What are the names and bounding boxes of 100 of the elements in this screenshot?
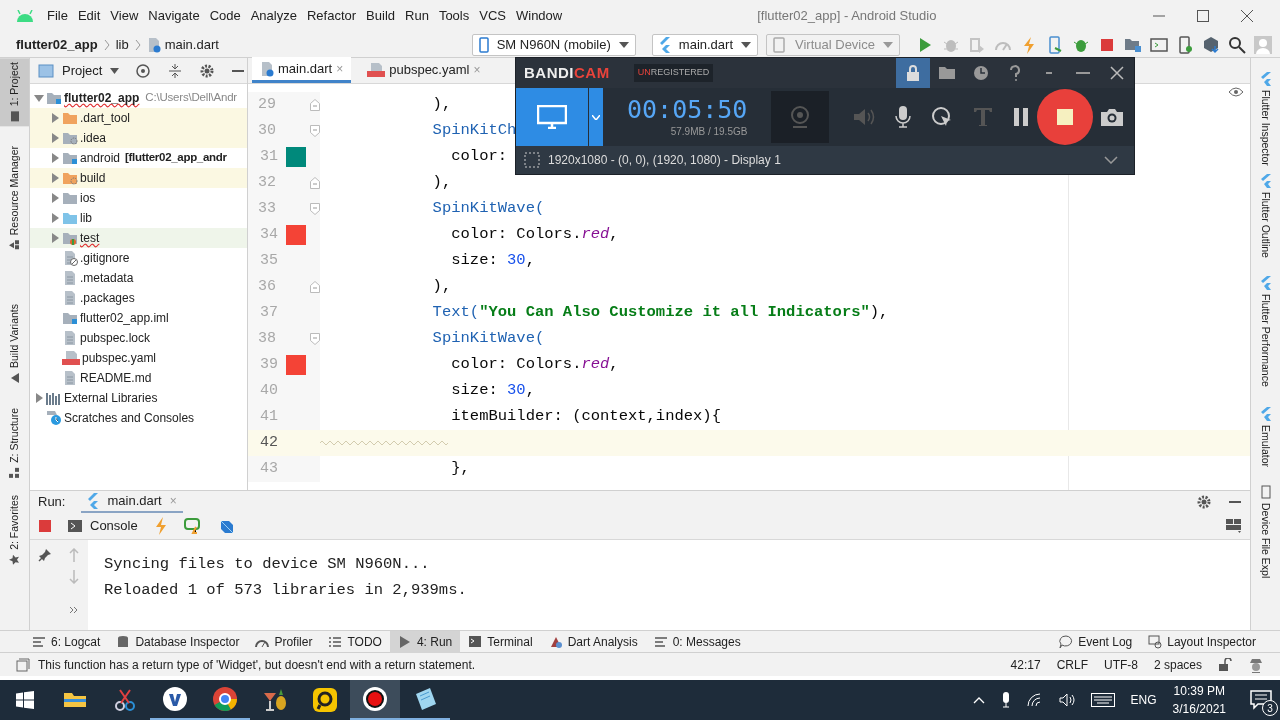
- expand-arrow-icon[interactable]: [50, 213, 60, 223]
- status-item[interactable]: 2 spaces: [1153, 655, 1202, 674]
- camera-icon[interactable]: [1100, 107, 1124, 127]
- tree-item[interactable]: flutter02_app.iml: [30, 308, 247, 328]
- tree-item[interactable]: lib: [30, 208, 247, 228]
- eye-icon[interactable]: [1228, 86, 1244, 98]
- tool-window-tab[interactable]: Resource Manager: [0, 142, 29, 256]
- webcam-button[interactable]: [771, 91, 830, 143]
- language-indicator[interactable]: ENG: [1130, 691, 1157, 709]
- tool-window-tab[interactable]: 2: Favorites: [0, 490, 29, 570]
- tree-item[interactable]: flutter02_app C:\Users\Dell\Andr: [30, 88, 247, 108]
- tool-window-button[interactable]: Database Inspector: [108, 630, 248, 653]
- menu-item[interactable]: Build: [361, 6, 400, 26]
- close-button[interactable]: [1240, 9, 1254, 23]
- tree-item[interactable]: android [flutter02_app_andr: [30, 148, 247, 168]
- menu-item[interactable]: VCS: [474, 6, 511, 26]
- notification-icon[interactable]: [1250, 690, 1272, 710]
- tree-item[interactable]: Scratches and Consoles: [30, 408, 247, 428]
- color-swatch[interactable]: [286, 355, 306, 375]
- menu-item[interactable]: Window: [510, 6, 568, 26]
- tool-window-tab[interactable]: Emulator: [1251, 402, 1280, 471]
- menu-item[interactable]: File: [42, 6, 73, 26]
- tree-item[interactable]: .gitignore: [30, 248, 247, 268]
- tree-item[interactable]: pubspec.yaml: [30, 348, 247, 368]
- tool-window-tab[interactable]: Z: Structure: [0, 403, 29, 483]
- tree-item[interactable]: .dart_tool: [30, 108, 247, 128]
- region-icon[interactable]: [524, 152, 540, 168]
- lock-icon[interactable]: [1218, 657, 1232, 672]
- tree-item[interactable]: .idea: [30, 128, 247, 148]
- package-icon[interactable]: [1202, 35, 1220, 54]
- maximize-button[interactable]: [1196, 9, 1210, 23]
- collapse-icon[interactable]: [167, 62, 184, 79]
- tree-item[interactable]: build: [30, 168, 247, 188]
- breadcrumb[interactable]: main.dart: [164, 34, 219, 55]
- taskbar-button[interactable]: [350, 680, 400, 720]
- more-icon[interactable]: [69, 606, 79, 614]
- tool-window-button[interactable]: Event Log: [1051, 630, 1141, 653]
- tool-window-tab[interactable]: Flutter Inspector: [1251, 68, 1280, 170]
- panel-toggle-icon[interactable]: [16, 657, 30, 672]
- clock-icon[interactable]: [973, 65, 989, 81]
- menu-item[interactable]: Tools: [433, 6, 475, 26]
- tool-window-button[interactable]: Terminal: [460, 630, 541, 653]
- expand-arrow-icon[interactable]: [50, 153, 60, 163]
- tool-window-button[interactable]: 0: Messages: [645, 630, 749, 653]
- breadcrumb[interactable]: lib: [115, 34, 129, 55]
- inspector-icon[interactable]: [1248, 656, 1264, 673]
- status-item[interactable]: CRLF: [1056, 655, 1088, 674]
- menu-item[interactable]: Code: [204, 6, 246, 26]
- tool-window-tab[interactable]: Device File Expl: [1251, 480, 1280, 582]
- tree-item[interactable]: .metadata: [30, 268, 247, 288]
- minimize-icon[interactable]: [1046, 71, 1052, 75]
- settings-icon[interactable]: [199, 62, 216, 79]
- chevron-down-icon[interactable]: [1104, 156, 1118, 164]
- minimize-button[interactable]: [1076, 71, 1090, 75]
- menu-item[interactable]: View: [105, 6, 144, 26]
- tree-item[interactable]: test: [30, 228, 247, 248]
- expand-arrow-icon[interactable]: [50, 133, 60, 143]
- tool-window-tab[interactable]: 1: Project: [0, 58, 29, 127]
- restart-icon[interactable]: [183, 518, 202, 534]
- terminal-icon[interactable]: [1150, 35, 1168, 54]
- help-icon[interactable]: [1010, 65, 1020, 81]
- folder-icon[interactable]: [938, 66, 956, 80]
- run-config-dropdown[interactable]: main.dart: [651, 33, 759, 56]
- screen-mode-button[interactable]: [516, 88, 588, 146]
- editor-tab[interactable]: main.dart ×: [252, 57, 352, 83]
- menu-item[interactable]: Navigate: [143, 6, 205, 26]
- layout-icon[interactable]: [1226, 519, 1242, 533]
- expand-arrow-icon[interactable]: [50, 233, 60, 243]
- menu-item[interactable]: Analyze: [245, 6, 302, 26]
- wifi-icon[interactable]: [1026, 693, 1043, 707]
- phone-icon[interactable]: [1046, 35, 1064, 54]
- search-icon[interactable]: [1228, 35, 1246, 54]
- tool-window-tab[interactable]: Flutter Outline: [1251, 169, 1280, 262]
- clock[interactable]: 10:39 PM 3/16/2021: [1172, 682, 1226, 718]
- pause-icon[interactable]: [1013, 107, 1030, 127]
- menu-item[interactable]: Edit: [72, 6, 106, 26]
- tool-window-button[interactable]: Layout Inspector: [1140, 630, 1264, 653]
- tool-window-button[interactable]: Profiler: [247, 630, 321, 653]
- tool-window-tab[interactable]: Flutter Performance: [1251, 271, 1280, 391]
- device-dropdown[interactable]: SM N960N (mobile): [471, 33, 636, 56]
- color-swatch[interactable]: [286, 147, 306, 167]
- tool-window-button[interactable]: Dart Analysis: [540, 630, 646, 653]
- expand-arrow-icon[interactable]: [50, 173, 60, 183]
- start-icon[interactable]: [16, 691, 34, 709]
- target-icon[interactable]: [135, 62, 152, 79]
- color-swatch[interactable]: [286, 225, 306, 245]
- editor-tab[interactable]: pubspec.yaml ×: [359, 57, 489, 83]
- phone-icon[interactable]: [1176, 35, 1194, 54]
- tree-item[interactable]: .packages: [30, 288, 247, 308]
- tool-window-button[interactable]: 4: Run: [389, 630, 461, 653]
- microphone-icon[interactable]: [1000, 692, 1011, 708]
- menu-item[interactable]: Run: [400, 6, 434, 26]
- tree-item[interactable]: README.md: [30, 368, 247, 388]
- pin-icon[interactable]: [38, 548, 52, 562]
- settings-icon[interactable]: [1196, 494, 1212, 510]
- tool-window-button[interactable]: TODO: [320, 630, 390, 653]
- expand-arrow-icon[interactable]: [34, 393, 44, 403]
- console-tab[interactable]: Console: [60, 516, 138, 536]
- status-item[interactable]: UTF-8: [1103, 655, 1138, 674]
- stop-recording-button[interactable]: [1037, 89, 1094, 145]
